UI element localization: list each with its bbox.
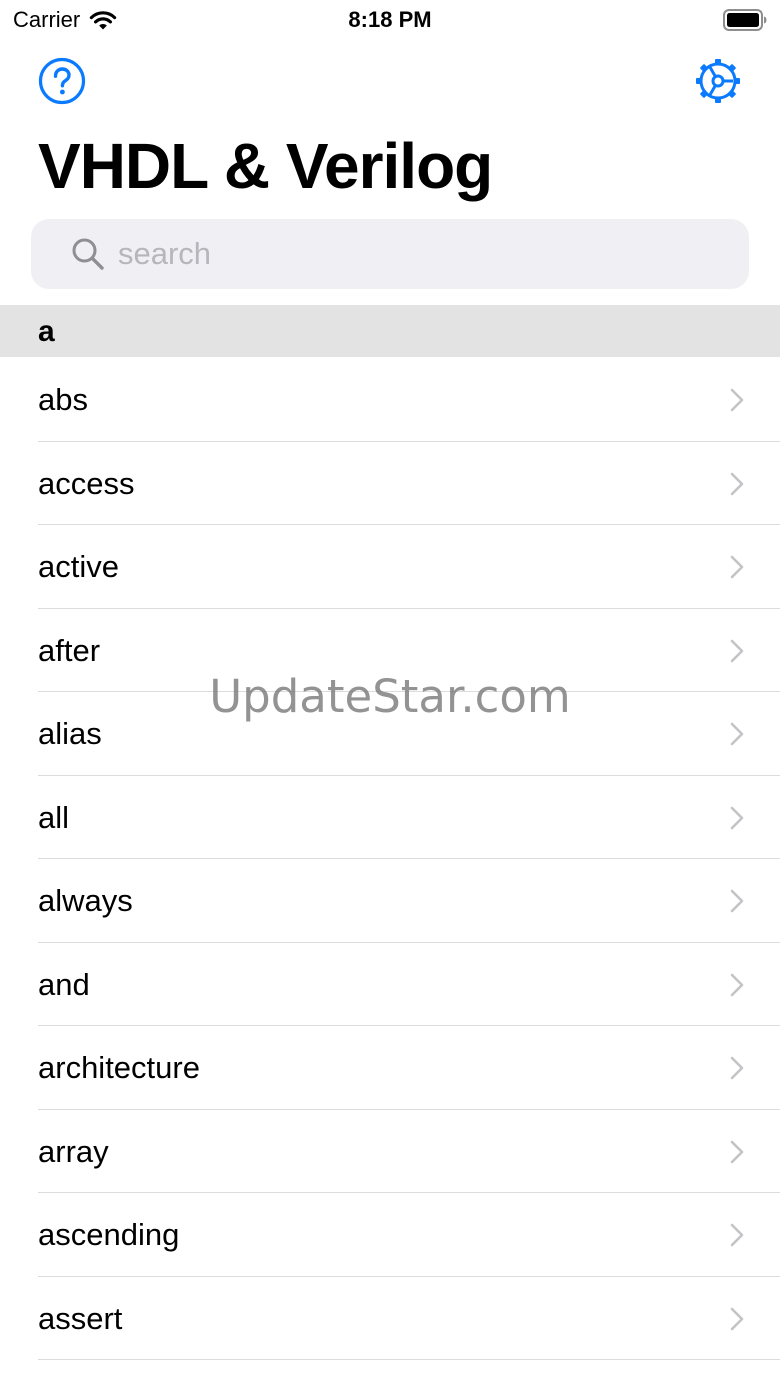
list-item[interactable]: ascending bbox=[0, 1193, 780, 1277]
list-item[interactable]: and bbox=[0, 943, 780, 1027]
list-item[interactable]: active bbox=[0, 525, 780, 609]
list-item-label: active bbox=[38, 549, 119, 584]
chevron-right-icon bbox=[730, 1056, 744, 1080]
status-time: 8:18 PM bbox=[348, 7, 432, 32]
list-item-label: and bbox=[38, 966, 90, 1002]
nav-bar bbox=[0, 52, 780, 112]
chevron-right-icon bbox=[730, 555, 744, 579]
battery-full-icon bbox=[723, 9, 767, 31]
page-title: VHDL & Verilog bbox=[38, 130, 493, 202]
status-bar: Carrier 8:18 PM bbox=[0, 0, 780, 40]
chevron-right-icon bbox=[730, 889, 744, 913]
list-item-label: after bbox=[38, 632, 101, 668]
chevron-right-icon bbox=[730, 1140, 744, 1163]
search-icon bbox=[72, 238, 104, 270]
list-item-label: assert bbox=[38, 1300, 123, 1336]
search-bar[interactable] bbox=[31, 219, 749, 289]
list-item-label: always bbox=[38, 883, 133, 918]
chevron-right-icon bbox=[730, 806, 744, 829]
chevron-right-icon bbox=[730, 973, 744, 996]
keyword-list: abs access active after alias all always… bbox=[0, 358, 780, 1360]
list-item-label: access bbox=[38, 465, 135, 501]
search-input[interactable] bbox=[118, 236, 718, 272]
list-item-label: all bbox=[38, 799, 70, 835]
list-item-label: alias bbox=[38, 716, 102, 751]
list-item[interactable]: abs bbox=[0, 358, 780, 442]
list-item-label: array bbox=[38, 1133, 109, 1169]
list-item-label: architecture bbox=[38, 1050, 200, 1085]
gear-icon[interactable] bbox=[694, 56, 742, 106]
chevron-right-icon bbox=[730, 472, 744, 495]
list-item[interactable]: always bbox=[0, 859, 780, 943]
chevron-right-icon bbox=[730, 1307, 744, 1330]
list-item[interactable]: access bbox=[0, 442, 780, 526]
section-header: a bbox=[0, 305, 780, 357]
list-item-label: ascending bbox=[38, 1217, 180, 1252]
help-button[interactable] bbox=[38, 57, 86, 105]
list-item[interactable]: after bbox=[0, 609, 780, 693]
chevron-right-icon bbox=[730, 722, 744, 746]
section-header-label: a bbox=[38, 315, 55, 348]
list-item[interactable]: alias bbox=[0, 692, 780, 776]
chevron-right-icon bbox=[730, 388, 744, 412]
list-item[interactable]: array bbox=[0, 1110, 780, 1194]
list-item[interactable]: all bbox=[0, 776, 780, 860]
list-item-label: abs bbox=[38, 382, 88, 417]
list-item[interactable]: assert bbox=[0, 1277, 780, 1361]
chevron-right-icon bbox=[730, 1223, 744, 1247]
list-item[interactable]: architecture bbox=[0, 1026, 780, 1110]
chevron-right-icon bbox=[730, 639, 744, 662]
